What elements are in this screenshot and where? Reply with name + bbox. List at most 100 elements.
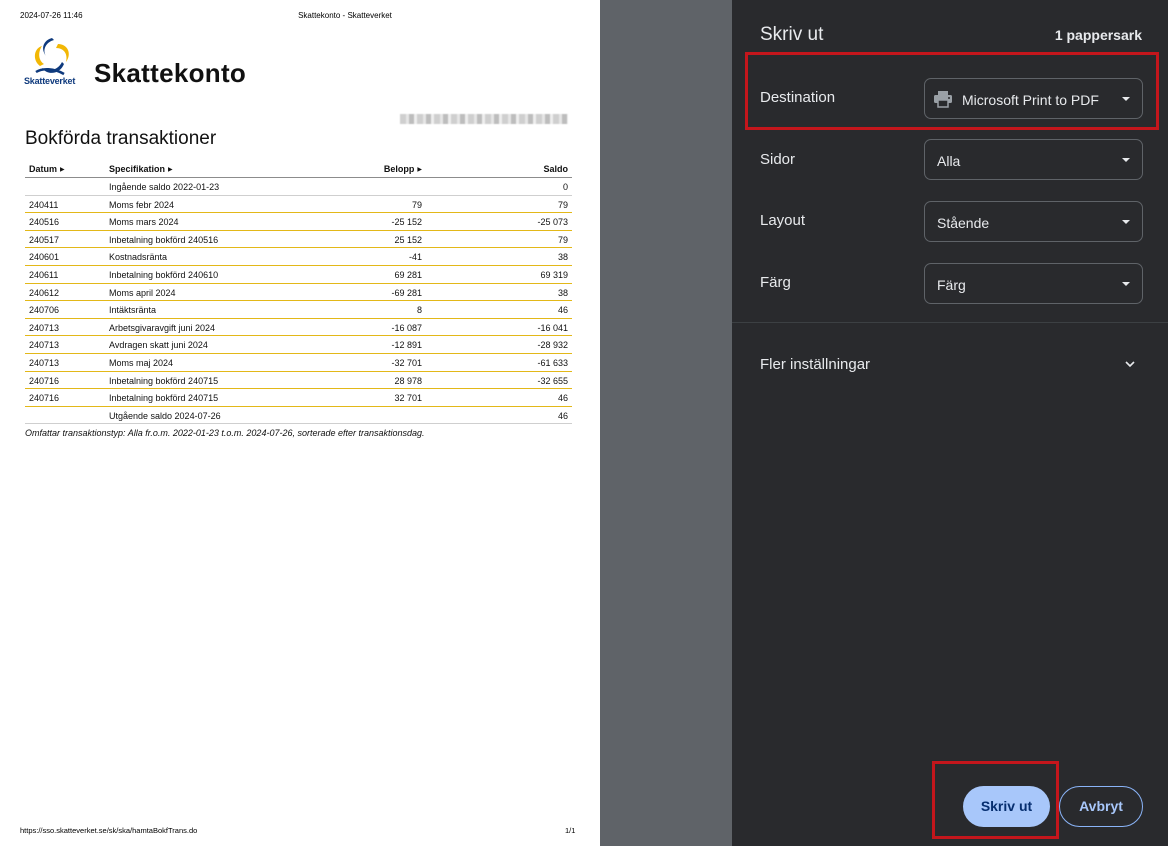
- table-row: 240713 Arbetsgivaravgift juni 2024 -16 087…: [25, 319, 572, 337]
- table-row: 240611 Inbetalning bokförd 240610 69 281 69…: [25, 266, 572, 284]
- more-settings-toggle[interactable]: Fler inställningar: [760, 356, 870, 373]
- dropdown-arrow-icon: [1122, 158, 1130, 162]
- row-date: 240713: [29, 357, 60, 368]
- pages-select[interactable]: Alla: [924, 139, 1143, 180]
- chevron-down-icon[interactable]: [1124, 358, 1136, 370]
- row-amount: -25 152: [391, 217, 422, 228]
- row-spec: Moms april 2024: [109, 287, 176, 298]
- table-row: 240716 Inbetalning bokförd 240715 32 701 46: [25, 389, 572, 407]
- table-row: 240713 Moms maj 2024 -32 701 -61 633: [25, 354, 572, 372]
- row-spec: Inbetalning bokförd 240715: [109, 393, 219, 404]
- header-amount: Belopp ▶: [383, 164, 422, 174]
- cancel-button[interactable]: Avbryt: [1059, 786, 1143, 827]
- row-spec: Utgående saldo 2024-07-26: [109, 410, 221, 421]
- row-amount: 8: [416, 305, 422, 316]
- page-footer-url: https://sso.skatteverket.se/sk/ska/hamta…: [20, 826, 198, 835]
- row-date: 240716: [29, 375, 60, 386]
- row-date: 240713: [29, 340, 60, 351]
- row-balance: 38: [557, 287, 568, 298]
- row-date: 240611: [29, 269, 59, 280]
- row-spec: Intäktsränta: [109, 305, 157, 316]
- row-balance: -32 655: [537, 375, 568, 386]
- row-spec: Inbetalning bokförd 240516: [109, 234, 219, 245]
- layout-value: Stående: [937, 215, 990, 231]
- row-amount: -69 281: [391, 287, 422, 298]
- row-balance: 79: [557, 234, 568, 245]
- row-balance: 38: [557, 252, 568, 263]
- table-row: 240706 Intäktsränta 8 46: [25, 301, 572, 319]
- sort-arrow-icon: ▶: [417, 167, 422, 173]
- pages-label: Sidor: [760, 151, 796, 168]
- row-balance: -61 633: [537, 357, 568, 368]
- table-row: 240716 Inbetalning bokförd 240715 28 978 -3…: [25, 372, 572, 390]
- dropdown-arrow-icon: [1122, 220, 1130, 224]
- page-header-title: Skattekonto - Skatteverket: [298, 11, 392, 20]
- brand-title: Skattekonto: [94, 58, 247, 88]
- row-date: 240517: [29, 234, 60, 245]
- row-amount: -41: [408, 252, 422, 263]
- row-amount: -12 891: [391, 340, 422, 351]
- table-row: 240713 Avdragen skatt juni 2024 -12 891 -28…: [25, 336, 572, 354]
- row-amount: -16 087: [391, 322, 422, 333]
- section-title: Bokförda transaktioner: [25, 128, 217, 149]
- row-date: 240516: [29, 217, 60, 228]
- destination-label: Destination: [760, 89, 836, 106]
- row-date: 240612: [29, 287, 60, 298]
- color-label: Färg: [760, 274, 791, 291]
- row-balance: 46: [557, 393, 568, 404]
- row-date: 240706: [29, 305, 60, 316]
- color-select[interactable]: Färg: [924, 263, 1143, 304]
- transactions-table: Datum ▶ Specifikation ▶ Belopp ▶ Saldo Ingå…: [25, 159, 572, 425]
- row-date: 240601: [29, 252, 60, 263]
- destination-select[interactable]: Microsoft Print to PDF: [924, 78, 1143, 119]
- print-preview-page: 2024-07-26 11:46 Skattekonto - Skattever…: [0, 0, 600, 846]
- row-spec: Inbetalning bokförd 240610: [109, 269, 219, 280]
- table-row: 240612 Moms april 2024 -69 281 38: [25, 284, 572, 302]
- table-row: 240601 Kostnadsränta -41 38: [25, 248, 572, 266]
- row-balance: 69 319: [540, 269, 568, 280]
- print-settings-panel: Skriv ut 1 pappersark Destination Micros…: [732, 0, 1168, 846]
- row-spec: Inbetalning bokförd 240715: [109, 375, 219, 386]
- row-date: 240713: [29, 322, 60, 333]
- table-row: 240517 Inbetalning bokförd 240516 25 152 79: [25, 231, 572, 249]
- table-body: Ingående saldo 2022-01-23 0 240411 Moms feb…: [25, 178, 572, 425]
- header-balance: Saldo: [543, 164, 568, 174]
- row-amount: 32 701: [394, 393, 422, 404]
- row-balance: -16 041: [537, 322, 568, 333]
- row-balance: 79: [557, 199, 568, 210]
- header-spec: Specifikation ▶: [109, 164, 173, 174]
- row-spec: Arbetsgivaravgift juni 2024: [109, 322, 216, 333]
- sheet-count: 1 pappersark: [1054, 27, 1142, 43]
- redacted-text: [400, 114, 568, 124]
- table-row: Utgående saldo 2024-07-26 46: [25, 407, 572, 425]
- print-button[interactable]: Skriv ut: [963, 786, 1050, 827]
- row-spec: Moms maj 2024: [109, 357, 174, 368]
- row-spec: Moms mars 2024: [109, 217, 179, 228]
- row-amount: 79: [411, 199, 422, 210]
- printer-icon: [934, 91, 952, 108]
- layout-label: Layout: [760, 212, 806, 229]
- row-spec: Ingående saldo 2022-01-23: [109, 182, 220, 192]
- sort-arrow-icon: ▶: [168, 167, 173, 173]
- dropdown-arrow-icon: [1122, 282, 1130, 286]
- row-balance: 46: [557, 410, 568, 421]
- page-footer-number: 1/1: [565, 826, 576, 835]
- row-date: 240716: [29, 393, 60, 404]
- row-spec: Avdragen skatt juni 2024: [109, 340, 208, 351]
- table-footnote: Omfattar transaktionstyp: Alla fr.o.m. 2…: [25, 428, 425, 438]
- divider: [732, 322, 1168, 323]
- row-amount: 25 152: [394, 234, 422, 245]
- color-value: Färg: [937, 277, 966, 293]
- row-amount: 69 281: [394, 269, 422, 280]
- row-balance: 0: [562, 182, 568, 192]
- table-header-row: Datum ▶ Specifikation ▶ Belopp ▶ Saldo: [25, 159, 572, 178]
- layout-select[interactable]: Stående: [924, 201, 1143, 242]
- dialog-title: Skriv ut: [760, 24, 824, 45]
- header-date: Datum ▶: [29, 164, 65, 174]
- row-spec: Moms febr 2024: [109, 199, 175, 210]
- dropdown-arrow-icon: [1122, 97, 1130, 101]
- table-row: 240411 Moms febr 2024 79 79: [25, 196, 572, 214]
- row-spec: Kostnadsränta: [109, 252, 168, 263]
- row-amount: -32 701: [391, 357, 422, 368]
- row-balance: 46: [557, 305, 568, 316]
